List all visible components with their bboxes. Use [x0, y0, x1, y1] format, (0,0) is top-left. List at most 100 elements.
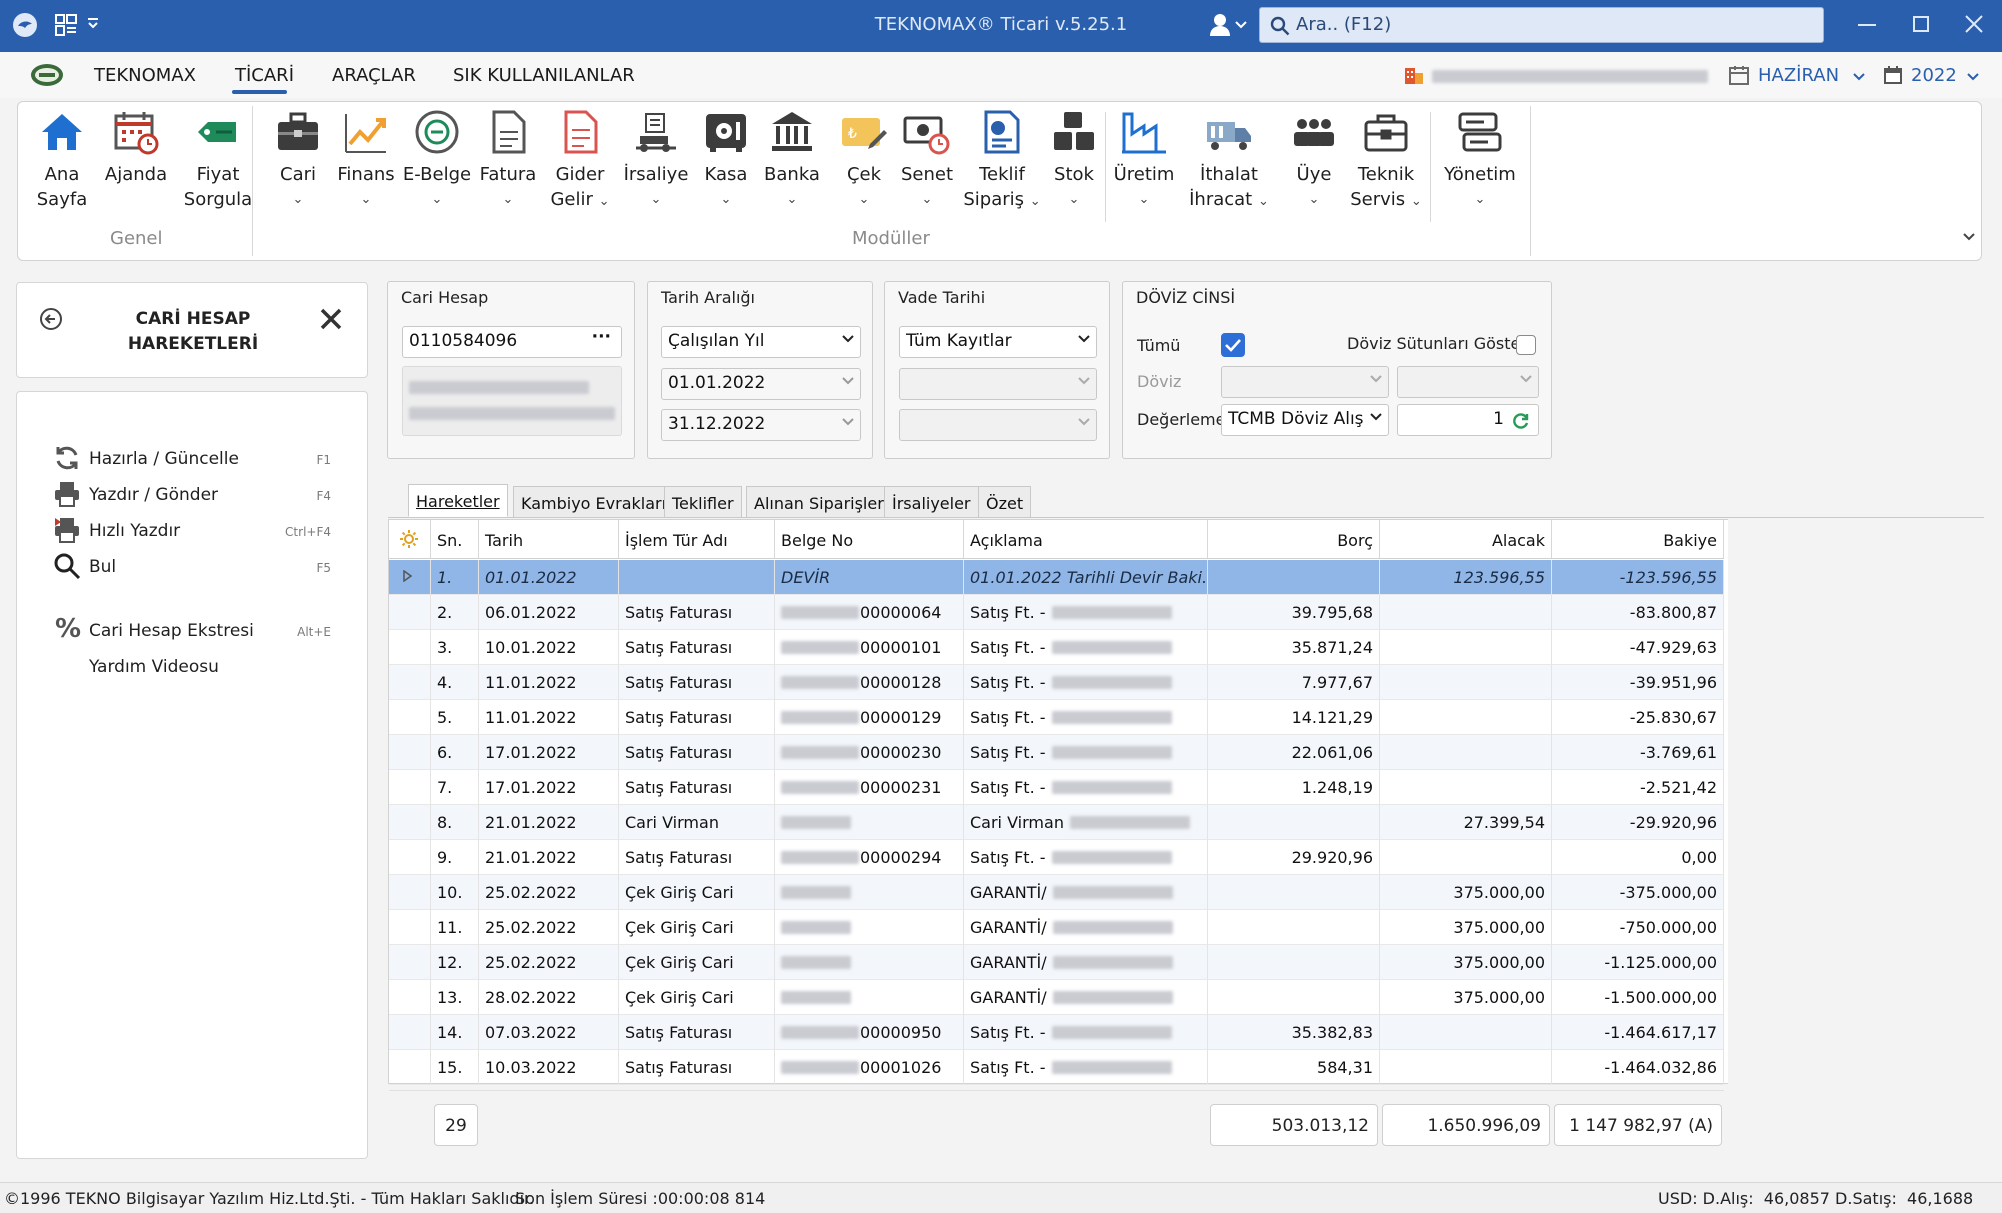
ribbon-button-fiyat-sorgula[interactable]: Fiyat Sorgula — [178, 108, 258, 212]
refresh-rate-icon[interactable] — [1512, 412, 1530, 430]
ribbon-button-teklif-siparis[interactable]: Teklif Sipariş ⌄ — [962, 108, 1042, 214]
action-cari-hesap-ekstresi[interactable]: Cari Hesap Ekstresi — [89, 621, 254, 641]
tab-irsaliyeler[interactable]: İrsaliyeler — [884, 486, 979, 518]
ribbon-button-yonetim[interactable]: Yönetim ⌄ — [1438, 108, 1522, 212]
cell-aciklama: Cari Virman — [964, 805, 1208, 840]
column-header[interactable]: İşlem Tür Adı — [619, 520, 775, 559]
menu-tab-teknomax[interactable]: TEKNOMAX — [94, 65, 196, 86]
column-header[interactable]: Sn. — [431, 520, 479, 559]
ribbon-button-cek[interactable]: ₺ Çek ⌄ — [834, 108, 894, 212]
vade-select[interactable]: Tüm Kayıtlar — [899, 326, 1097, 358]
column-header[interactable]: Borç — [1208, 520, 1380, 559]
ribbon-button-gider-gelir[interactable]: Gider Gelir ⌄ — [548, 108, 612, 214]
column-header[interactable]: Bakiye — [1552, 520, 1724, 559]
company-name-redacted[interactable] — [1432, 70, 1708, 83]
ribbon-button-fatura[interactable]: Fatura ⌄ — [476, 108, 540, 212]
column-header[interactable]: Alacak — [1380, 520, 1552, 559]
cell-aciklama: GARANTİ/ — [964, 910, 1208, 945]
vade-start-input[interactable] — [899, 368, 1097, 400]
row-indicator — [389, 840, 431, 875]
redacted-text — [781, 886, 851, 899]
close-page-icon[interactable] — [319, 307, 343, 331]
rate-input[interactable]: 1 — [1397, 404, 1539, 436]
ribbon-button-ana-sayfa[interactable]: Ana Sayfa — [32, 108, 92, 212]
redacted-text — [781, 956, 851, 969]
start-date-input[interactable]: 01.01.2022 — [661, 368, 861, 400]
teknomax-logo-icon[interactable] — [30, 62, 64, 88]
tab-alinan-siparisler[interactable]: Alınan Siparişler — [746, 486, 892, 518]
quick-access-dropdown-icon[interactable] — [86, 16, 100, 30]
column-header[interactable]: Açıklama — [964, 520, 1208, 559]
action-yazdir-gonder[interactable]: Yazdır / Gönder — [89, 485, 218, 505]
cell-belge: 00000950 — [775, 1015, 964, 1050]
cell-tur: Satış Faturası — [619, 700, 775, 735]
transactions-grid[interactable]: Sn. Tarih İşlem Tür Adı Belge No Açıklam… — [388, 519, 1728, 1091]
cell-belge: 00000064 — [775, 595, 964, 630]
action-bul[interactable]: Bul — [89, 557, 116, 577]
cell-tur: Satış Faturası — [619, 630, 775, 665]
action-hazirla-guncelle[interactable]: Hazırla / Güncelle — [89, 449, 239, 469]
ribbon-collapse-icon[interactable] — [1962, 232, 1976, 242]
cell-sn: 9. — [431, 840, 479, 875]
e-document-icon — [413, 108, 461, 156]
ribbon-button-uye[interactable]: Üye ⌄ — [1286, 108, 1342, 212]
ribbon-button-e-belge[interactable]: E-Belge ⌄ — [400, 108, 474, 212]
year-chevron-down-icon[interactable] — [1966, 72, 1980, 82]
ribbon-button-finans[interactable]: Finans ⌄ — [334, 108, 398, 212]
grid-menu-icon[interactable] — [54, 13, 78, 37]
ribbon-button-stok[interactable]: Stok ⌄ — [1046, 108, 1102, 212]
month-select[interactable]: HAZİRAN — [1758, 65, 1839, 86]
quote-icon — [978, 108, 1026, 156]
tab-ozet[interactable]: Özet — [978, 486, 1032, 518]
doviz-secondary-select[interactable] — [1397, 366, 1539, 398]
back-icon[interactable] — [39, 307, 63, 331]
tumu-checkbox[interactable] — [1221, 333, 1245, 357]
grid-settings-icon[interactable] — [389, 520, 431, 559]
vade-tarihi-box: Vade Tarihi Tüm Kayıtlar — [884, 281, 1110, 459]
tab-kambiyo-evraklari[interactable]: Kambiyo Evrakları — [513, 486, 675, 518]
menu-tab-ticari[interactable]: TİCARİ — [235, 65, 294, 86]
column-header[interactable]: Belge No — [775, 520, 964, 559]
end-date-input[interactable]: 31.12.2022 — [661, 409, 861, 441]
total-borc: 503.013,12 — [1210, 1104, 1378, 1146]
month-chevron-down-icon[interactable] — [1852, 72, 1866, 82]
cell-tarih: 25.02.2022 — [479, 875, 619, 910]
more-options-icon[interactable]: ··· — [592, 327, 611, 347]
maximize-button[interactable] — [1913, 16, 1929, 32]
tab-teklifler[interactable]: Teklifler — [664, 486, 742, 518]
user-icon[interactable] — [1208, 12, 1248, 38]
tab-hareketler[interactable]: Hareketler — [408, 484, 508, 517]
action-hizli-yazdir[interactable]: Hızlı Yazdır — [89, 521, 180, 541]
column-header[interactable]: Tarih — [479, 520, 619, 559]
close-window-button[interactable] — [1964, 14, 1984, 34]
ribbon-button-ajanda[interactable]: Ajanda — [96, 108, 176, 187]
ribbon-divider — [1430, 112, 1431, 222]
ribbon-button-irsaliye[interactable]: İrsaliye ⌄ — [618, 108, 694, 212]
minimize-button[interactable] — [1858, 24, 1876, 26]
vade-end-input[interactable] — [899, 409, 1097, 441]
ribbon-button-teknik-servis[interactable]: Teknik Servis ⌄ — [1346, 108, 1426, 214]
menu-tab-araclar[interactable]: ARAÇLAR — [332, 65, 416, 86]
menu-tab-sik-kullanilanlar[interactable]: SIK KULLANILANLAR — [453, 65, 635, 86]
year-select[interactable]: 2022 — [1911, 65, 1957, 86]
ribbon-button-ithalat-ihracat[interactable]: İthalat İhracat ⌄ — [1184, 108, 1274, 214]
ribbon-button-cari[interactable]: Cari ⌄ — [268, 108, 328, 212]
row-indicator — [389, 595, 431, 630]
svg-text:₺: ₺ — [848, 126, 857, 142]
cari-code-input[interactable]: 0110584096 ··· — [402, 326, 622, 358]
ribbon-button-senet[interactable]: Senet ⌄ — [894, 108, 960, 212]
action-yardim-videosu[interactable]: Yardım Videosu — [89, 657, 219, 677]
doviz-sutunlari-checkbox[interactable] — [1516, 335, 1536, 355]
date-range-select[interactable]: Çalışılan Yıl — [661, 326, 861, 358]
search-input[interactable]: Ara.. (F12) — [1259, 7, 1824, 43]
redacted-text — [1052, 886, 1173, 899]
ribbon-button-kasa[interactable]: Kasa ⌄ — [698, 108, 754, 212]
cell-tur: Cari Virman — [619, 805, 775, 840]
degerleme-select[interactable]: TCMB Döviz Alış — [1221, 404, 1389, 436]
cell-borc: 1.248,19 — [1208, 770, 1380, 805]
cell-alacak — [1380, 1015, 1552, 1050]
ribbon-button-uretim[interactable]: Üretim ⌄ — [1112, 108, 1176, 212]
ribbon-button-banka[interactable]: Banka ⌄ — [760, 108, 824, 212]
doviz-select[interactable] — [1221, 366, 1389, 398]
quick-print-icon — [53, 516, 81, 544]
